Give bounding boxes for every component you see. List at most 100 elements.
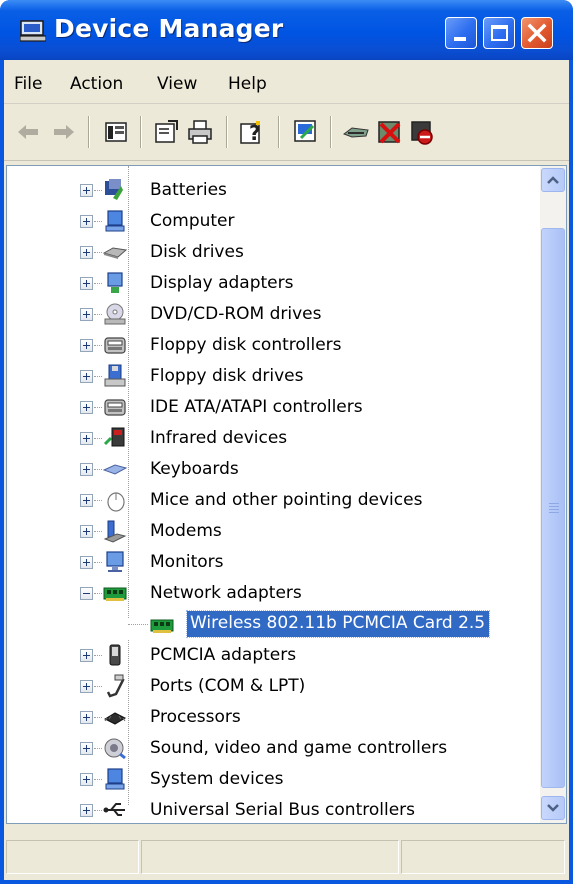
tree-line [94, 221, 102, 222]
thumb-grip [549, 512, 559, 513]
menu-view[interactable]: View [157, 74, 197, 94]
expand-toggle[interactable] [80, 184, 93, 197]
expand-toggle[interactable] [80, 556, 93, 569]
tree-item[interactable]: Keyboards [7, 454, 535, 485]
tree-item[interactable]: Monitors [7, 547, 535, 578]
update-driver-icon[interactable] [342, 118, 370, 146]
tree-line [94, 686, 102, 687]
tree-item[interactable]: Disk drives [7, 237, 535, 268]
expand-toggle[interactable] [80, 773, 93, 786]
expand-toggle[interactable] [80, 339, 93, 352]
floppy-drive-icon [104, 364, 126, 387]
expand-toggle[interactable] [80, 401, 93, 414]
tree-item[interactable]: IDE ATA/ATAPI controllers [7, 392, 535, 423]
thumb-grip [549, 506, 559, 507]
tree-item-selected-device[interactable]: Wireless 802.11b PCMCIA Card 2.5 [7, 609, 535, 640]
expand-toggle[interactable] [80, 215, 93, 228]
tree-item-label: Monitors [150, 552, 224, 572]
expand-toggle[interactable] [80, 680, 93, 693]
expand-toggle[interactable] [80, 432, 93, 445]
maximize-icon [491, 25, 508, 41]
tree-item[interactable]: Computer [7, 206, 535, 237]
tree-item[interactable]: Batteries [7, 175, 535, 206]
expand-toggle[interactable] [80, 463, 93, 476]
computer-icon [105, 210, 125, 232]
expand-toggle[interactable] [80, 308, 93, 321]
tree-item[interactable]: Floppy disk controllers [7, 330, 535, 361]
window-frame: File Action View Help ? Batteries Comput… [4, 60, 569, 880]
toolbar-separator [330, 116, 332, 148]
print-icon[interactable] [186, 118, 214, 146]
tree-item-label: Ports (COM & LPT) [150, 676, 306, 696]
display-adapter-icon [107, 272, 123, 293]
tree-item[interactable]: Processors [7, 702, 535, 733]
network-adapter-icon [103, 587, 127, 601]
uninstall-icon[interactable] [376, 118, 404, 146]
tree-item[interactable]: PCMCIA adapters [7, 640, 535, 671]
tree-item[interactable]: Display adapters [7, 268, 535, 299]
help-icon[interactable]: ? [238, 118, 266, 146]
menu-action[interactable]: Action [70, 74, 123, 94]
status-bar [4, 826, 569, 880]
tree-item[interactable]: Floppy disk drives [7, 361, 535, 392]
expand-toggle[interactable] [80, 494, 93, 507]
minimize-button[interactable] [445, 17, 477, 49]
expand-toggle[interactable] [80, 742, 93, 755]
back-arrow-icon[interactable] [14, 118, 42, 146]
tree-line [94, 438, 102, 439]
forward-arrow-icon[interactable] [50, 118, 78, 146]
toolbar-separator [278, 116, 280, 148]
tree-item[interactable]: Infrared devices [7, 423, 535, 454]
expand-toggle[interactable] [80, 525, 93, 538]
tree-line [128, 624, 148, 625]
device-tree[interactable]: Batteries Computer Disk drives Display a… [6, 165, 567, 824]
maximize-button[interactable] [483, 17, 515, 49]
tree-item-label: Mice and other pointing devices [150, 490, 423, 510]
modem-icon [103, 520, 127, 543]
menu-file[interactable]: File [14, 74, 42, 94]
disable-icon[interactable] [408, 118, 436, 146]
tree-line [94, 717, 102, 718]
selected-device-label[interactable]: Wireless 802.11b PCMCIA Card 2.5 [185, 610, 491, 638]
tree-item-label: Display adapters [150, 273, 294, 293]
close-icon [527, 23, 547, 43]
tree-item-label: Sound, video and game controllers [150, 738, 448, 758]
disk-drive-icon [103, 247, 127, 259]
expand-toggle[interactable] [80, 711, 93, 724]
floppy-controller-icon [104, 337, 126, 354]
vertical-scrollbar[interactable] [540, 166, 566, 823]
scroll-down-button[interactable] [541, 796, 565, 820]
properties-icon[interactable] [152, 118, 180, 146]
tree-line [94, 500, 102, 501]
collapse-toggle[interactable] [80, 587, 93, 600]
tree-item[interactable]: DVD/CD-ROM drives [7, 299, 535, 330]
optical-drive-icon [104, 303, 126, 325]
expand-toggle[interactable] [80, 370, 93, 383]
tree-item[interactable]: Universal Serial Bus controllers [7, 795, 535, 823]
menu-help[interactable]: Help [228, 74, 267, 94]
show-hide-tree-icon[interactable] [102, 118, 130, 146]
expand-toggle[interactable] [80, 649, 93, 662]
tree-item[interactable]: Modems [7, 516, 535, 547]
scroll-up-button[interactable] [541, 168, 565, 192]
tree-item[interactable]: Ports (COM & LPT) [7, 671, 535, 702]
tree-line [94, 469, 102, 470]
title-bar[interactable]: Device Manager [0, 0, 573, 60]
expand-toggle[interactable] [80, 804, 93, 817]
tree-item[interactable]: System devices [7, 764, 535, 795]
close-button[interactable] [521, 17, 553, 49]
tree-item-label: Floppy disk controllers [150, 335, 342, 355]
pcmcia-icon [109, 644, 121, 666]
thumb-grip [549, 509, 559, 510]
tree-item[interactable]: Mice and other pointing devices [7, 485, 535, 516]
tree-item[interactable]: Sound, video and game controllers [7, 733, 535, 764]
expand-toggle[interactable] [80, 277, 93, 290]
toolbar-separator [88, 116, 90, 148]
scrollbar-thumb[interactable] [541, 228, 565, 788]
tree-item-network-adapters[interactable]: Network adapters [7, 578, 535, 609]
expand-toggle[interactable] [80, 246, 93, 259]
scan-hardware-icon[interactable] [292, 118, 320, 146]
toolbar-separator [226, 116, 228, 148]
tree-item-label: Computer [150, 211, 235, 231]
tree-item-label: Disk drives [150, 242, 244, 262]
